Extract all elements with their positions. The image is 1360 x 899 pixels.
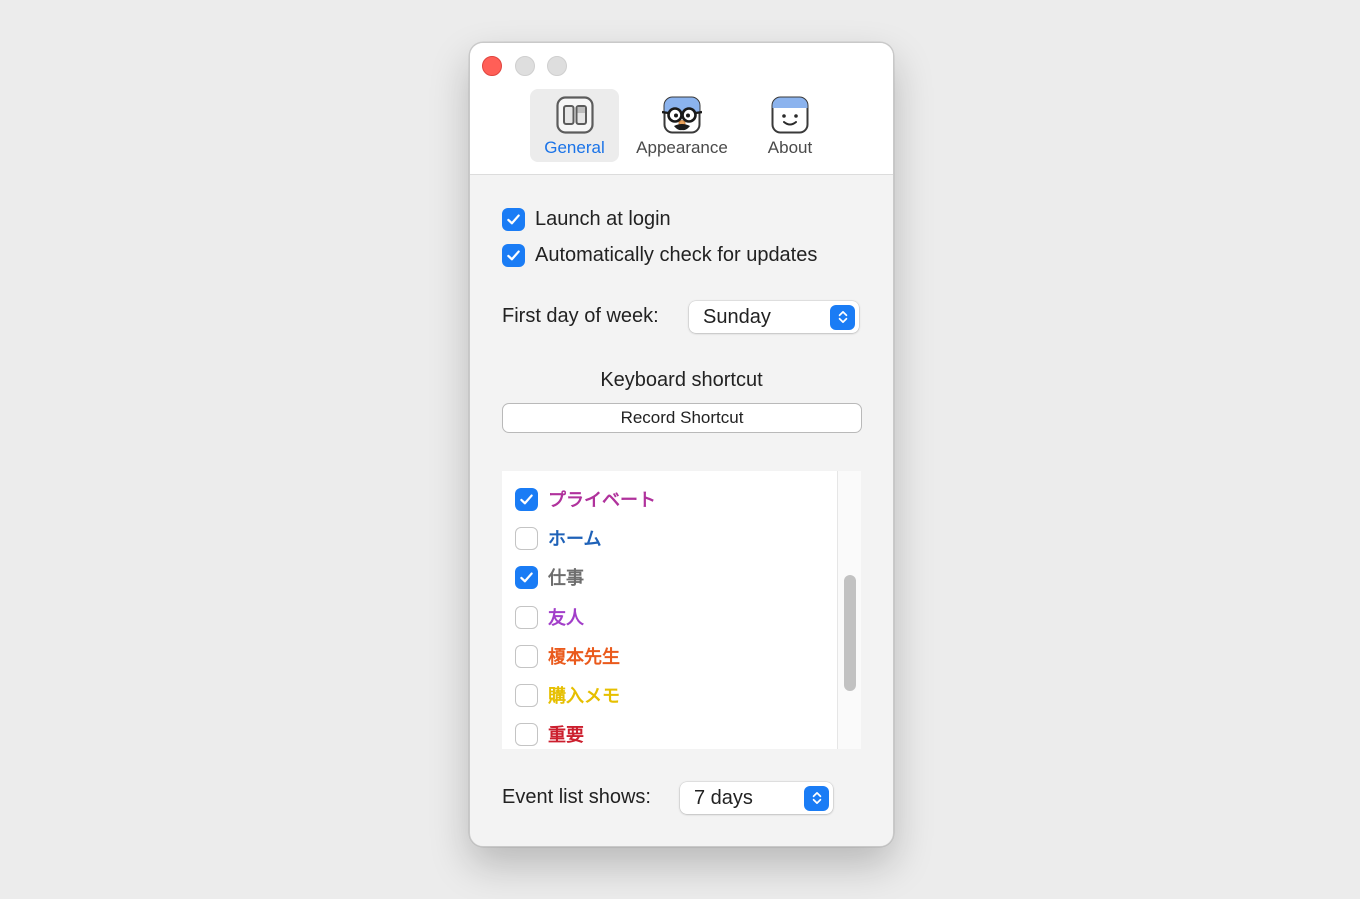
minimize-button[interactable] xyxy=(515,56,535,76)
keyboard-shortcut-title: Keyboard shortcut xyxy=(600,369,763,391)
glasses-face-icon xyxy=(662,96,702,134)
close-button[interactable] xyxy=(482,56,502,76)
calendar-item-shopping[interactable]: 購入メモ xyxy=(515,682,620,708)
calendar-checkbox[interactable] xyxy=(515,605,538,629)
launch-at-login-checkbox[interactable] xyxy=(502,208,525,231)
first-day-of-week-value: Sunday xyxy=(703,305,771,328)
calendar-item-work[interactable]: 仕事 xyxy=(515,564,584,590)
event-list-shows-value: 7 days xyxy=(694,786,753,809)
calendar-item-friends[interactable]: 友人 xyxy=(515,604,584,630)
calendar-label: 仕事 xyxy=(548,568,584,588)
first-day-of-week-label: First day of week: xyxy=(502,305,659,327)
record-shortcut-button[interactable]: Record Shortcut xyxy=(502,403,862,433)
zoom-button[interactable] xyxy=(547,56,567,76)
tab-general[interactable]: General xyxy=(530,89,619,162)
calendar-item-enomoto[interactable]: 榎本先生 xyxy=(515,643,620,669)
auto-check-updates-row[interactable]: Automatically check for updates xyxy=(502,244,817,267)
calendar-label: プライベート xyxy=(548,490,656,510)
calendar-label: 友人 xyxy=(548,608,584,628)
preferences-window: General Appearance About Launch at login… xyxy=(469,42,894,847)
calendar-label: 榎本先生 xyxy=(548,647,620,667)
tab-label: Appearance xyxy=(636,138,728,157)
chevron-updown-icon xyxy=(830,304,855,330)
auto-check-updates-checkbox[interactable] xyxy=(502,244,525,267)
calendar-label: ホーム xyxy=(548,529,602,549)
general-panels-icon xyxy=(555,96,594,134)
event-list-shows-label: Event list shows: xyxy=(502,786,651,808)
first-day-of-week-popup[interactable]: Sunday xyxy=(689,301,859,333)
checkmark-icon xyxy=(507,250,520,261)
scrollbar-thumb[interactable] xyxy=(844,575,856,691)
calendar-list[interactable]: プライベート ホーム 仕事 友人 榎本先生 購入メモ 重要 xyxy=(502,471,861,749)
calendar-item-important[interactable]: 重要 xyxy=(515,721,584,747)
tab-label: About xyxy=(767,138,813,157)
calendar-checkbox[interactable] xyxy=(515,526,538,550)
tab-about[interactable]: About xyxy=(752,89,828,162)
checkmark-icon xyxy=(520,493,533,504)
auto-check-updates-label: Automatically check for updates xyxy=(535,244,818,266)
scrollbar[interactable] xyxy=(837,471,861,749)
tab-label: General xyxy=(544,138,605,157)
calendar-checkbox[interactable] xyxy=(515,565,538,589)
calendar-item-private[interactable]: プライベート xyxy=(515,486,656,512)
smiley-app-icon xyxy=(771,96,809,134)
calendar-checkbox[interactable] xyxy=(515,487,538,511)
launch-at-login-row[interactable]: Launch at login xyxy=(502,208,671,231)
launch-at-login-label: Launch at login xyxy=(535,208,671,230)
calendar-label: 重要 xyxy=(548,725,584,745)
calendar-item-home[interactable]: ホーム xyxy=(515,525,601,551)
calendar-checkbox[interactable] xyxy=(515,683,538,707)
checkmark-icon xyxy=(507,214,520,225)
chevron-updown-icon xyxy=(804,785,829,811)
calendar-label: 購入メモ xyxy=(548,686,620,706)
checkmark-icon xyxy=(520,571,533,582)
calendar-checkbox[interactable] xyxy=(515,644,538,668)
tab-appearance[interactable]: Appearance xyxy=(630,89,734,162)
toolbar: General Appearance About xyxy=(470,43,893,175)
event-list-shows-popup[interactable]: 7 days xyxy=(680,782,833,814)
calendar-checkbox[interactable] xyxy=(515,722,538,746)
